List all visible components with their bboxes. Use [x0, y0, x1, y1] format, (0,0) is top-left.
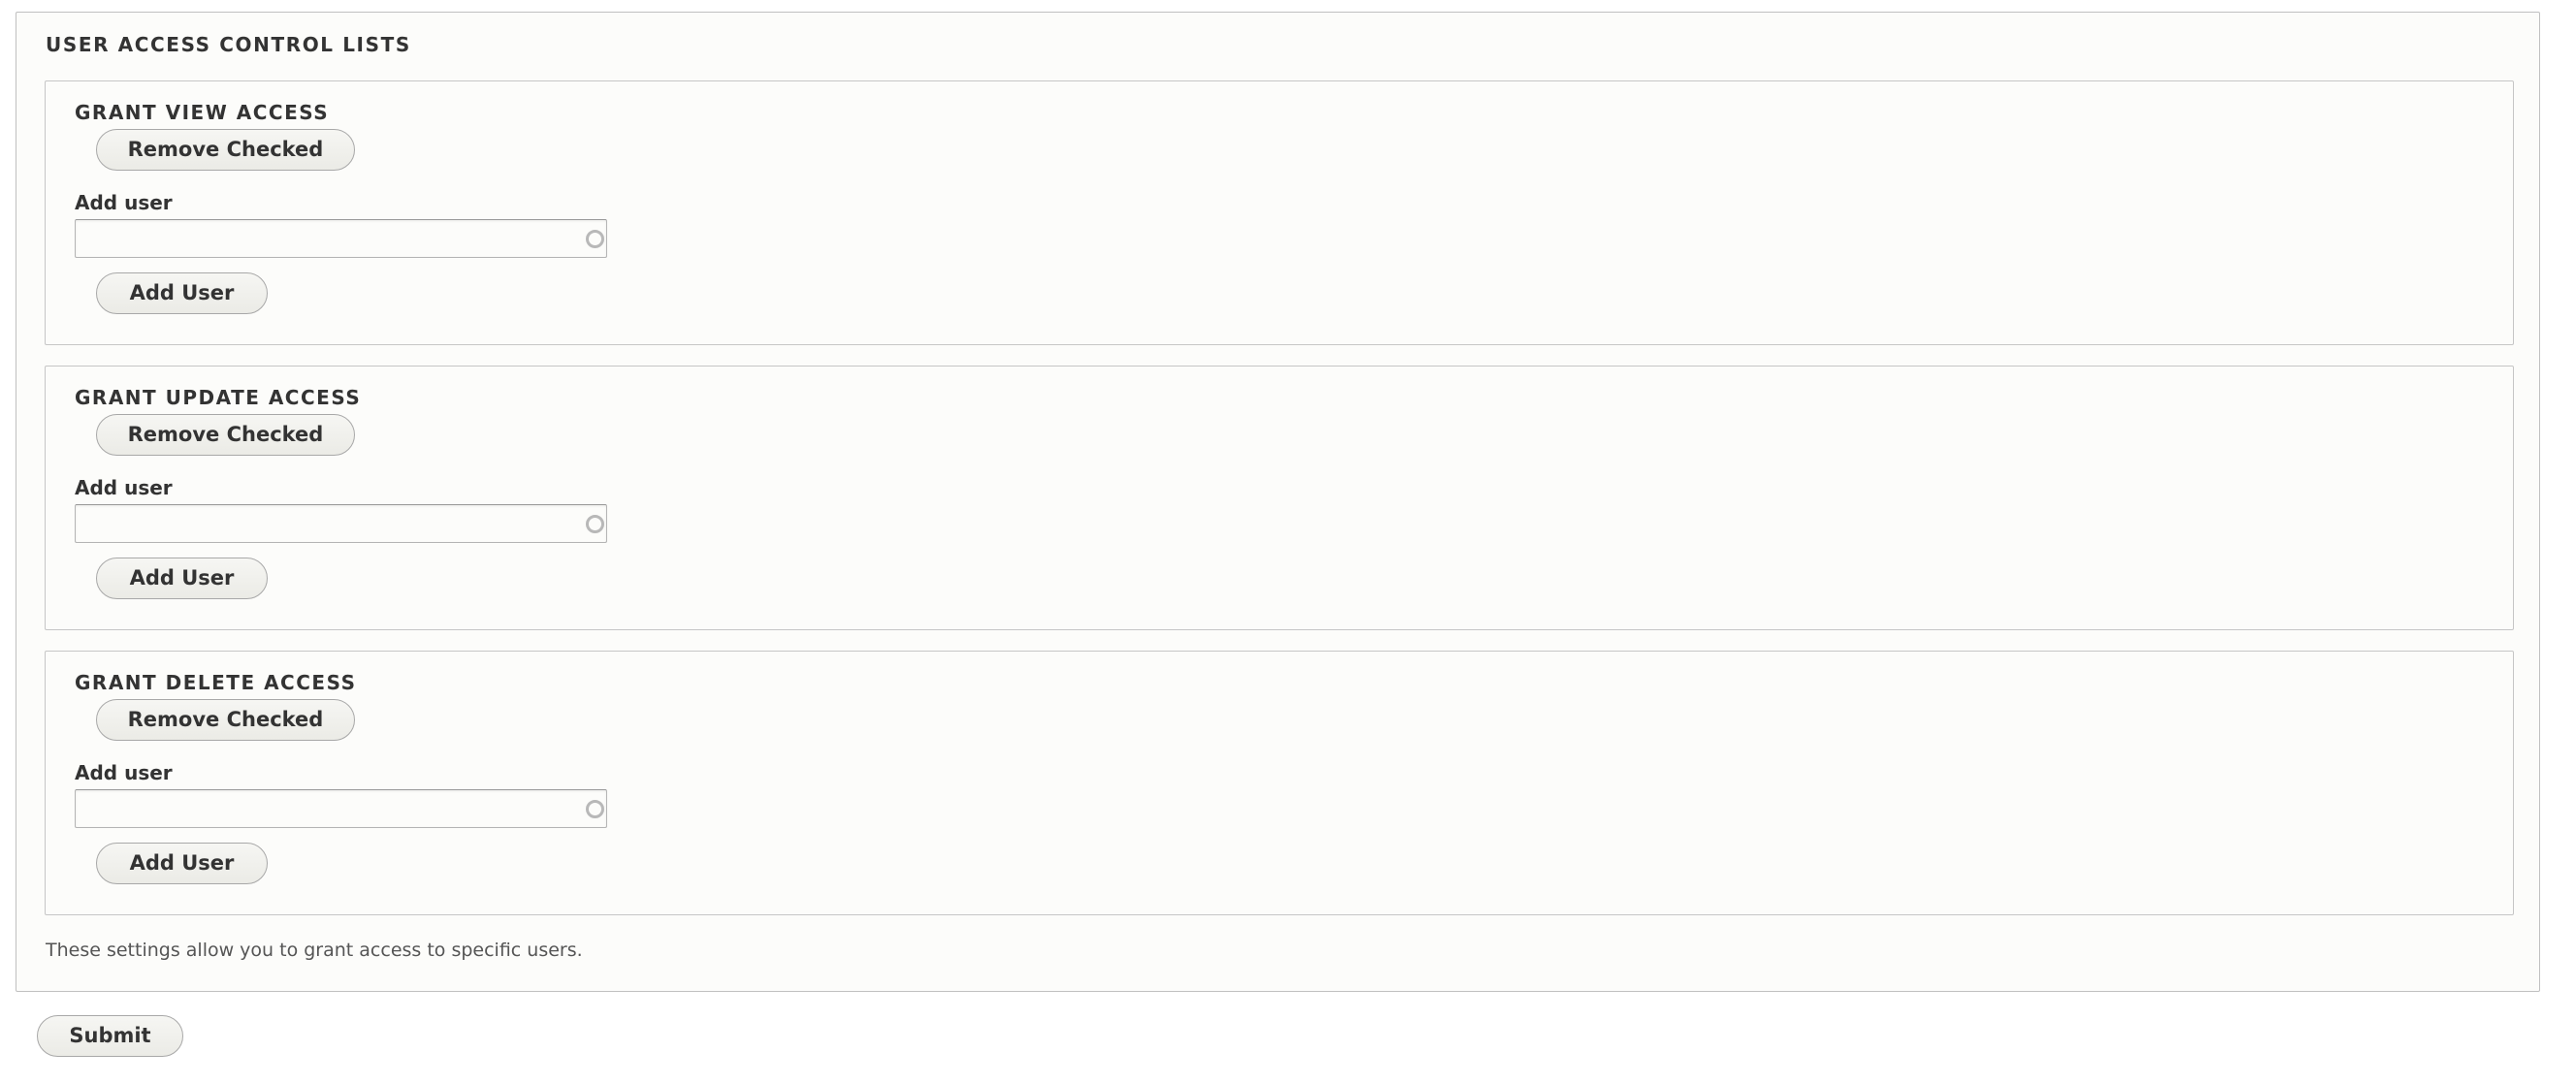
- grant-view-access-fieldset: GRANT VIEW ACCESS Remove Checked Add use…: [45, 80, 2514, 345]
- grant-update-access-fieldset: GRANT UPDATE ACCESS Remove Checked Add u…: [45, 366, 2514, 630]
- add-user-button[interactable]: Add User: [96, 558, 268, 599]
- section-title: GRANT DELETE ACCESS: [75, 671, 357, 694]
- section-title: GRANT UPDATE ACCESS: [75, 386, 362, 409]
- remove-checked-button[interactable]: Remove Checked: [96, 699, 355, 741]
- add-user-label: Add user: [75, 191, 173, 214]
- fieldset-description: These settings allow you to grant access…: [46, 940, 583, 961]
- add-user-input[interactable]: [75, 789, 607, 828]
- add-user-input[interactable]: [75, 219, 607, 258]
- fieldset-title: USER ACCESS CONTROL LISTS: [46, 33, 411, 56]
- submit-button[interactable]: Submit: [37, 1015, 183, 1057]
- add-user-label: Add user: [75, 761, 173, 784]
- add-user-button[interactable]: Add User: [96, 272, 268, 314]
- add-user-input[interactable]: [75, 504, 607, 543]
- grant-delete-access-fieldset: GRANT DELETE ACCESS Remove Checked Add u…: [45, 651, 2514, 915]
- remove-checked-button[interactable]: Remove Checked: [96, 129, 355, 171]
- remove-checked-button[interactable]: Remove Checked: [96, 414, 355, 456]
- add-user-button[interactable]: Add User: [96, 843, 268, 884]
- add-user-label: Add user: [75, 476, 173, 499]
- user-access-control-lists-fieldset: USER ACCESS CONTROL LISTS GRANT VIEW ACC…: [16, 12, 2540, 992]
- section-title: GRANT VIEW ACCESS: [75, 101, 330, 124]
